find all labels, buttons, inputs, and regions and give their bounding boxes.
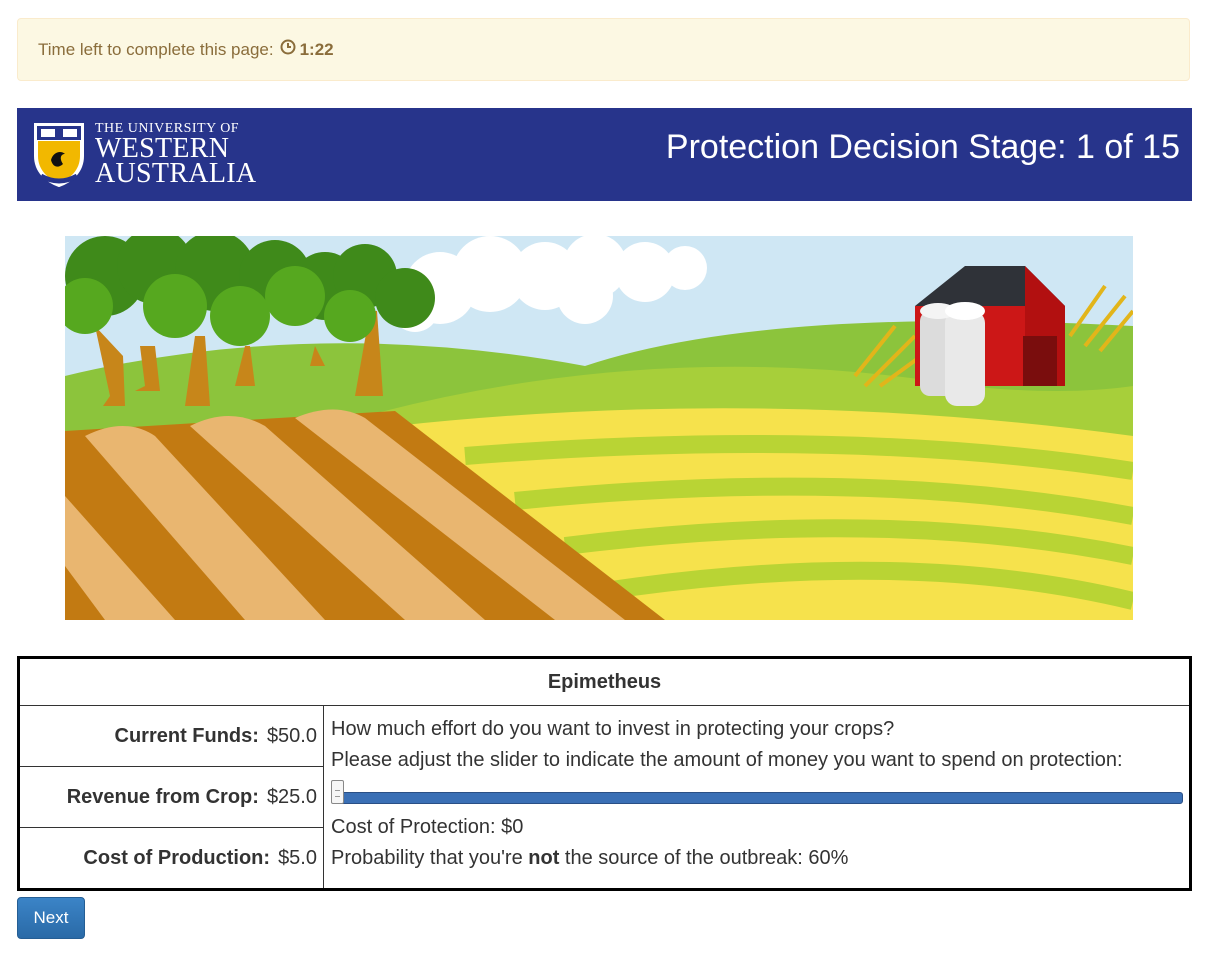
cost-of-protection: Cost of Protection: $0: [331, 812, 1183, 843]
cost-of-protection-label: Cost of Protection:: [331, 816, 496, 838]
slider-track[interactable]: [331, 792, 1183, 804]
slider-handle[interactable]: [331, 780, 344, 804]
logo-line3: AUSTRALIA: [95, 158, 257, 189]
revenue-value: $25.0: [266, 785, 317, 808]
university-logo: THE UNIVERSITY OF WESTERN AUSTRALIA: [31, 120, 256, 188]
cost-of-production-label: Cost of Production:: [83, 846, 271, 869]
cost-of-protection-value: $0: [501, 816, 524, 838]
stage-title: Protection Decision Stage: 1 of 15: [665, 128, 1180, 166]
cost-of-production-row: Cost of Production: $5.0: [18, 827, 324, 890]
outbreak-probability: Probability that you're not the source o…: [331, 843, 1183, 874]
current-funds-row: Current Funds: $50.0: [18, 705, 324, 767]
player-name: Epimetheus: [18, 657, 1191, 706]
farm-scene-illustration: [65, 236, 1133, 620]
header-banner: THE UNIVERSITY OF WESTERN AUSTRALIA Prot…: [17, 108, 1192, 201]
protection-slider[interactable]: [331, 778, 1183, 808]
cost-of-production-value: $5.0: [278, 846, 317, 869]
countdown-timer: Time left to complete this page: 1:22: [17, 18, 1190, 81]
probability-prefix: Probability that you're: [331, 847, 523, 869]
revenue-row: Revenue from Crop: $25.0: [18, 766, 324, 828]
protection-controls: How much effort do you want to invest in…: [323, 705, 1191, 890]
probability-value: 60%: [808, 847, 849, 869]
revenue-label: Revenue from Crop:: [66, 785, 259, 808]
probability-suffix: the source of the outbreak:: [564, 847, 803, 869]
current-funds-value: $50.0: [266, 724, 317, 747]
timer-value: 1:22: [299, 39, 334, 59]
clock-icon: [280, 39, 296, 60]
slider-instruction: Please adjust the slider to indicate the…: [331, 749, 1123, 771]
next-button[interactable]: Next: [17, 897, 85, 939]
crest-icon: [34, 123, 84, 188]
probability-emphasis: not: [528, 847, 560, 869]
protection-question: How much effort do you want to invest in…: [331, 718, 895, 740]
timer-label: Time left to complete this page:: [38, 39, 274, 59]
decision-panel: Epimetheus Current Funds: $50.0 How much …: [17, 656, 1192, 891]
current-funds-label: Current Funds:: [114, 724, 259, 747]
